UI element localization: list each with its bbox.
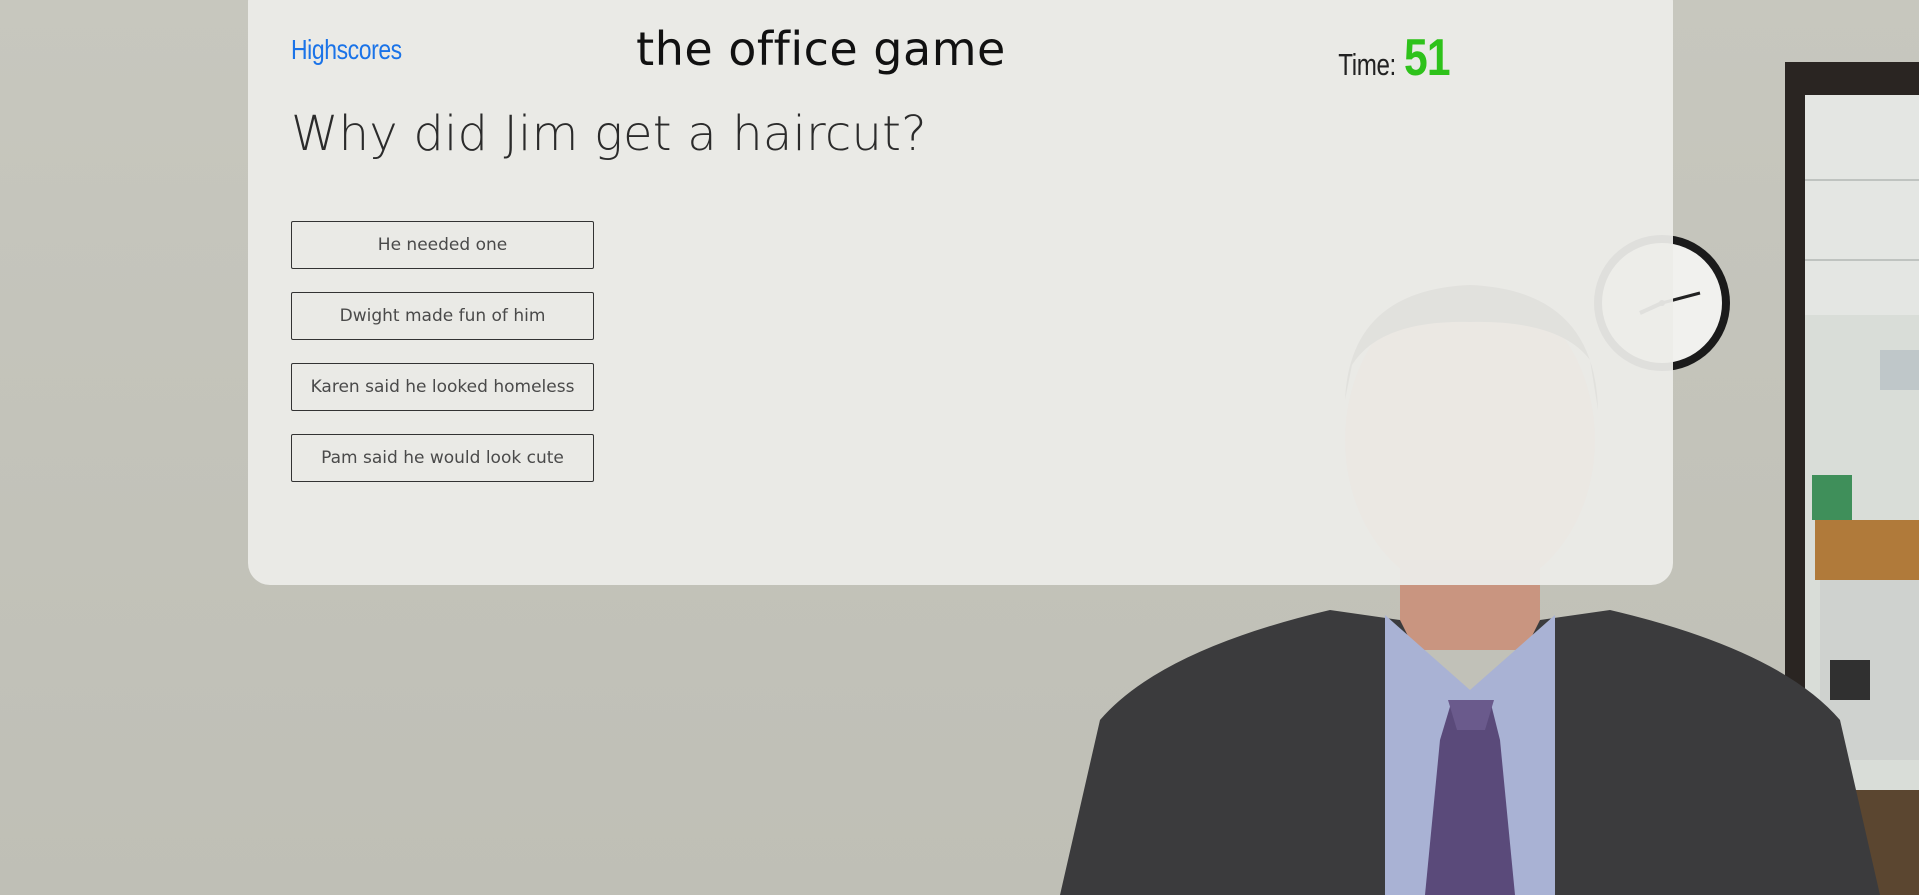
timer-value: 51 bbox=[1403, 29, 1451, 87]
timer-label: Time: bbox=[1338, 47, 1396, 82]
answer-list: He needed one Dwight made fun of him Kar… bbox=[291, 221, 594, 505]
answer-button[interactable]: He needed one bbox=[291, 221, 594, 269]
question-text: Why did Jim get a haircut? bbox=[291, 106, 927, 162]
game-title: the office game bbox=[636, 22, 1006, 76]
game-card: Highscores the office game Time: 51 Why … bbox=[248, 0, 1673, 585]
answer-button[interactable]: Pam said he would look cute bbox=[291, 434, 594, 482]
answer-button[interactable]: Karen said he looked homeless bbox=[291, 363, 594, 411]
highscores-link[interactable]: Highscores bbox=[291, 34, 402, 66]
timer: Time: 51 bbox=[1322, 28, 1460, 88]
answer-button[interactable]: Dwight made fun of him bbox=[291, 292, 594, 340]
